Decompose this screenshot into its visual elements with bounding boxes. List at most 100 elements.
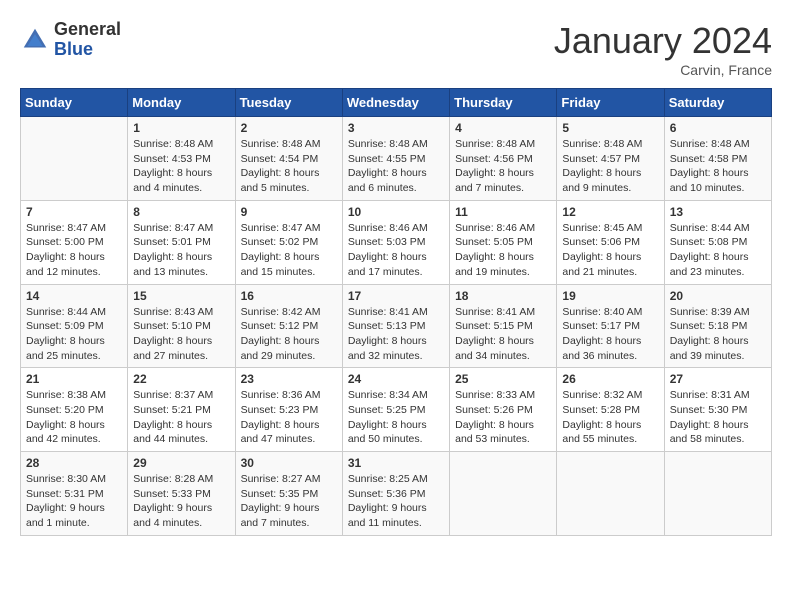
calendar-cell: 15 Sunrise: 8:43 AM Sunset: 5:10 PM Dayl…	[128, 284, 235, 368]
cell-content: Sunrise: 8:25 AM Sunset: 5:36 PM Dayligh…	[348, 472, 444, 531]
cell-content: Sunrise: 8:36 AM Sunset: 5:23 PM Dayligh…	[241, 388, 337, 447]
sunset-text: Sunset: 5:12 PM	[241, 320, 319, 332]
daylight-text: Daylight: 8 hours and 9 minutes.	[562, 167, 641, 194]
daylight-text: Daylight: 8 hours and 7 minutes.	[455, 167, 534, 194]
daylight-text: Daylight: 8 hours and 12 minutes.	[26, 251, 105, 278]
daylight-text: Daylight: 8 hours and 27 minutes.	[133, 335, 212, 362]
calendar-cell: 8 Sunrise: 8:47 AM Sunset: 5:01 PM Dayli…	[128, 200, 235, 284]
title-block: January 2024 Carvin, France	[554, 20, 772, 78]
sunrise-text: Sunrise: 8:31 AM	[670, 389, 750, 401]
sunrise-text: Sunrise: 8:39 AM	[670, 306, 750, 318]
day-number: 11	[455, 205, 551, 219]
day-number: 31	[348, 456, 444, 470]
day-number: 15	[133, 289, 229, 303]
calendar-table: SundayMondayTuesdayWednesdayThursdayFrid…	[20, 88, 772, 536]
day-number: 10	[348, 205, 444, 219]
cell-content: Sunrise: 8:42 AM Sunset: 5:12 PM Dayligh…	[241, 305, 337, 364]
sunrise-text: Sunrise: 8:42 AM	[241, 306, 321, 318]
column-header-saturday: Saturday	[664, 89, 771, 117]
cell-content: Sunrise: 8:46 AM Sunset: 5:05 PM Dayligh…	[455, 221, 551, 280]
week-row-1: 1 Sunrise: 8:48 AM Sunset: 4:53 PM Dayli…	[21, 117, 772, 201]
sunset-text: Sunset: 5:00 PM	[26, 236, 104, 248]
sunset-text: Sunset: 5:33 PM	[133, 488, 211, 500]
sunrise-text: Sunrise: 8:46 AM	[455, 222, 535, 234]
sunset-text: Sunset: 4:56 PM	[455, 153, 533, 165]
sunset-text: Sunset: 4:54 PM	[241, 153, 319, 165]
sunset-text: Sunset: 5:05 PM	[455, 236, 533, 248]
sunrise-text: Sunrise: 8:48 AM	[348, 138, 428, 150]
sunrise-text: Sunrise: 8:30 AM	[26, 473, 106, 485]
calendar-cell: 20 Sunrise: 8:39 AM Sunset: 5:18 PM Dayl…	[664, 284, 771, 368]
sunrise-text: Sunrise: 8:47 AM	[133, 222, 213, 234]
cell-content: Sunrise: 8:27 AM Sunset: 5:35 PM Dayligh…	[241, 472, 337, 531]
calendar-cell: 4 Sunrise: 8:48 AM Sunset: 4:56 PM Dayli…	[450, 117, 557, 201]
cell-content: Sunrise: 8:39 AM Sunset: 5:18 PM Dayligh…	[670, 305, 766, 364]
sunrise-text: Sunrise: 8:32 AM	[562, 389, 642, 401]
cell-content: Sunrise: 8:37 AM Sunset: 5:21 PM Dayligh…	[133, 388, 229, 447]
calendar-cell: 3 Sunrise: 8:48 AM Sunset: 4:55 PM Dayli…	[342, 117, 449, 201]
cell-content: Sunrise: 8:45 AM Sunset: 5:06 PM Dayligh…	[562, 221, 658, 280]
day-number: 9	[241, 205, 337, 219]
daylight-text: Daylight: 8 hours and 4 minutes.	[133, 167, 212, 194]
sunrise-text: Sunrise: 8:36 AM	[241, 389, 321, 401]
calendar-cell: 31 Sunrise: 8:25 AM Sunset: 5:36 PM Dayl…	[342, 452, 449, 536]
column-header-monday: Monday	[128, 89, 235, 117]
cell-content: Sunrise: 8:47 AM Sunset: 5:02 PM Dayligh…	[241, 221, 337, 280]
daylight-text: Daylight: 8 hours and 29 minutes.	[241, 335, 320, 362]
logo-text: General Blue	[54, 20, 121, 60]
sunset-text: Sunset: 4:55 PM	[348, 153, 426, 165]
sunrise-text: Sunrise: 8:43 AM	[133, 306, 213, 318]
calendar-cell: 12 Sunrise: 8:45 AM Sunset: 5:06 PM Dayl…	[557, 200, 664, 284]
sunset-text: Sunset: 5:23 PM	[241, 404, 319, 416]
cell-content: Sunrise: 8:44 AM Sunset: 5:09 PM Dayligh…	[26, 305, 122, 364]
calendar-cell: 28 Sunrise: 8:30 AM Sunset: 5:31 PM Dayl…	[21, 452, 128, 536]
day-number: 28	[26, 456, 122, 470]
sunrise-text: Sunrise: 8:41 AM	[348, 306, 428, 318]
calendar-cell: 17 Sunrise: 8:41 AM Sunset: 5:13 PM Dayl…	[342, 284, 449, 368]
calendar-cell: 16 Sunrise: 8:42 AM Sunset: 5:12 PM Dayl…	[235, 284, 342, 368]
cell-content: Sunrise: 8:43 AM Sunset: 5:10 PM Dayligh…	[133, 305, 229, 364]
daylight-text: Daylight: 8 hours and 32 minutes.	[348, 335, 427, 362]
day-number: 6	[670, 121, 766, 135]
calendar-cell	[557, 452, 664, 536]
cell-content: Sunrise: 8:32 AM Sunset: 5:28 PM Dayligh…	[562, 388, 658, 447]
day-number: 20	[670, 289, 766, 303]
calendar-cell: 19 Sunrise: 8:40 AM Sunset: 5:17 PM Dayl…	[557, 284, 664, 368]
calendar-cell: 11 Sunrise: 8:46 AM Sunset: 5:05 PM Dayl…	[450, 200, 557, 284]
week-row-4: 21 Sunrise: 8:38 AM Sunset: 5:20 PM Dayl…	[21, 368, 772, 452]
calendar-cell: 30 Sunrise: 8:27 AM Sunset: 5:35 PM Dayl…	[235, 452, 342, 536]
sunset-text: Sunset: 5:18 PM	[670, 320, 748, 332]
sunset-text: Sunset: 5:09 PM	[26, 320, 104, 332]
cell-content: Sunrise: 8:33 AM Sunset: 5:26 PM Dayligh…	[455, 388, 551, 447]
day-number: 12	[562, 205, 658, 219]
week-row-2: 7 Sunrise: 8:47 AM Sunset: 5:00 PM Dayli…	[21, 200, 772, 284]
column-header-friday: Friday	[557, 89, 664, 117]
cell-content: Sunrise: 8:48 AM Sunset: 4:56 PM Dayligh…	[455, 137, 551, 196]
sunset-text: Sunset: 5:03 PM	[348, 236, 426, 248]
daylight-text: Daylight: 8 hours and 6 minutes.	[348, 167, 427, 194]
sunset-text: Sunset: 5:25 PM	[348, 404, 426, 416]
day-number: 21	[26, 372, 122, 386]
cell-content: Sunrise: 8:48 AM Sunset: 4:57 PM Dayligh…	[562, 137, 658, 196]
day-number: 26	[562, 372, 658, 386]
logo-icon	[20, 25, 50, 55]
logo: General Blue	[20, 20, 121, 60]
sunrise-text: Sunrise: 8:45 AM	[562, 222, 642, 234]
sunset-text: Sunset: 5:06 PM	[562, 236, 640, 248]
sunrise-text: Sunrise: 8:48 AM	[670, 138, 750, 150]
cell-content: Sunrise: 8:46 AM Sunset: 5:03 PM Dayligh…	[348, 221, 444, 280]
daylight-text: Daylight: 8 hours and 36 minutes.	[562, 335, 641, 362]
calendar-cell: 14 Sunrise: 8:44 AM Sunset: 5:09 PM Dayl…	[21, 284, 128, 368]
sunset-text: Sunset: 5:28 PM	[562, 404, 640, 416]
day-number: 27	[670, 372, 766, 386]
daylight-text: Daylight: 8 hours and 13 minutes.	[133, 251, 212, 278]
sunset-text: Sunset: 5:21 PM	[133, 404, 211, 416]
day-number: 19	[562, 289, 658, 303]
cell-content: Sunrise: 8:41 AM Sunset: 5:15 PM Dayligh…	[455, 305, 551, 364]
sunrise-text: Sunrise: 8:46 AM	[348, 222, 428, 234]
cell-content: Sunrise: 8:48 AM Sunset: 4:54 PM Dayligh…	[241, 137, 337, 196]
column-header-wednesday: Wednesday	[342, 89, 449, 117]
daylight-text: Daylight: 8 hours and 39 minutes.	[670, 335, 749, 362]
daylight-text: Daylight: 8 hours and 17 minutes.	[348, 251, 427, 278]
calendar-cell: 29 Sunrise: 8:28 AM Sunset: 5:33 PM Dayl…	[128, 452, 235, 536]
